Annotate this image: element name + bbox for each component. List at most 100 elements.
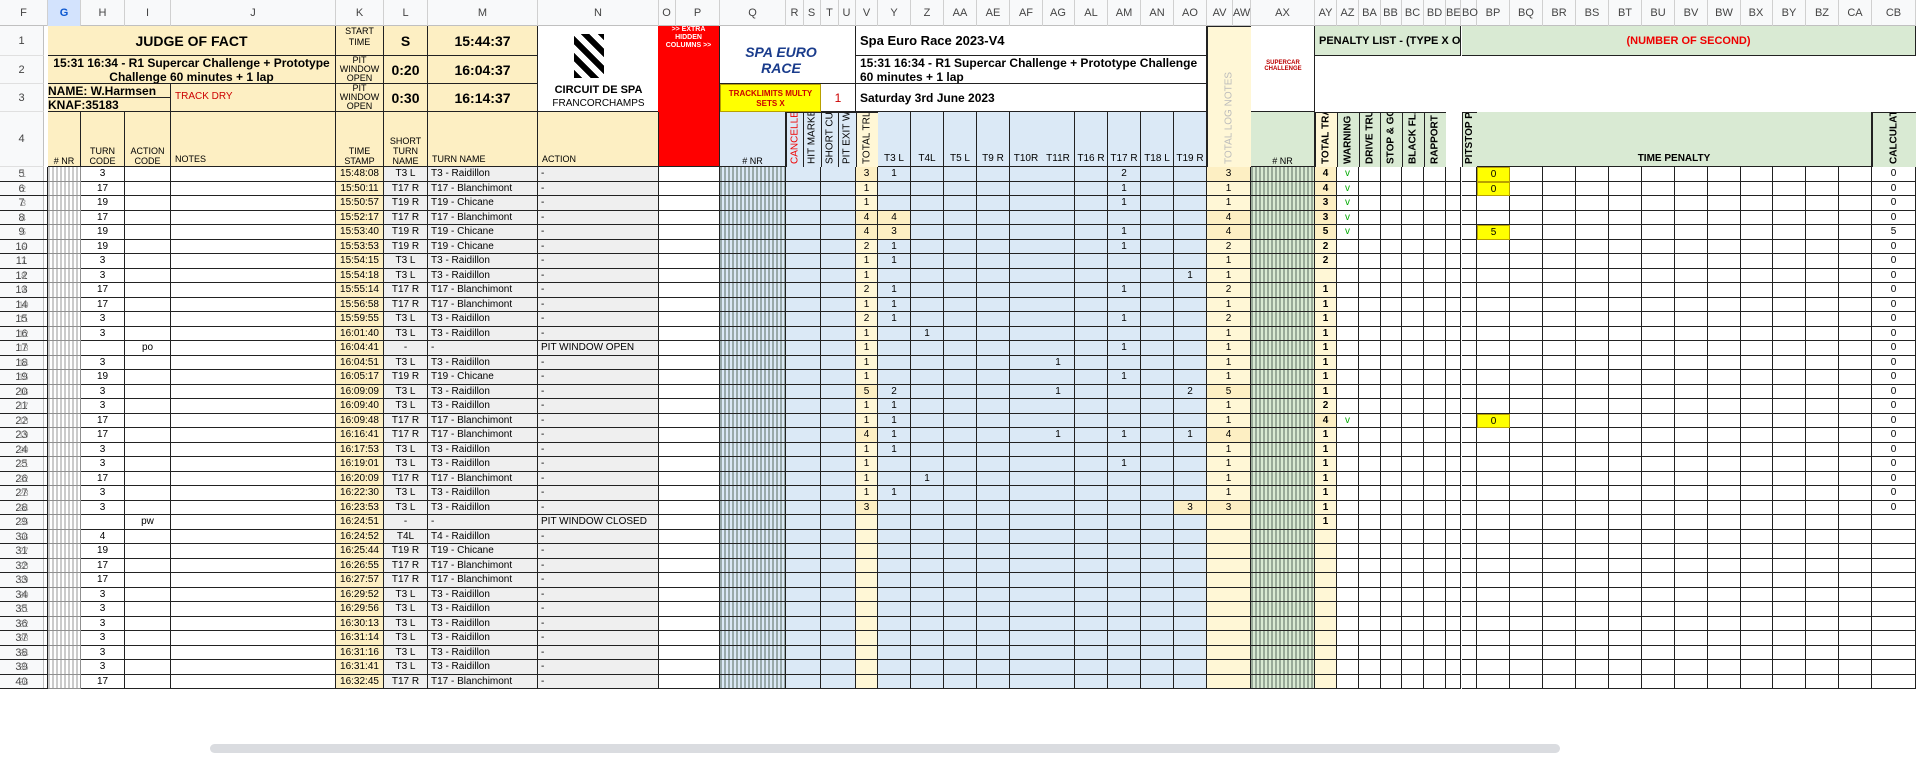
penalty-type-cell[interactable]	[1424, 544, 1446, 559]
column-header-l[interactable]: L	[384, 0, 428, 26]
time-penalty-cell[interactable]	[1675, 457, 1708, 472]
penalty-type-cell[interactable]	[1359, 254, 1381, 269]
time-penalty-cell[interactable]: 0	[1477, 181, 1510, 196]
notes-cell[interactable]	[171, 558, 336, 573]
turn-count-cell[interactable]	[1174, 573, 1207, 588]
time-penalty-cell[interactable]	[1675, 616, 1708, 631]
time-penalty-cell[interactable]	[1609, 413, 1642, 428]
time-penalty-cell[interactable]	[1675, 442, 1708, 457]
flag-cell[interactable]	[821, 196, 839, 211]
column-header-al[interactable]: AL	[1075, 0, 1108, 26]
time-penalty-cell[interactable]	[1708, 645, 1741, 660]
turn-count-cell[interactable]	[1075, 181, 1108, 196]
flag-cell[interactable]	[803, 384, 821, 399]
flag-cell[interactable]	[821, 326, 839, 341]
turn-count-cell[interactable]	[1075, 442, 1108, 457]
notes-cell[interactable]	[171, 631, 336, 646]
time-penalty-cell[interactable]	[1642, 283, 1675, 298]
warning-flag-cell[interactable]	[1337, 529, 1359, 544]
turn-count-cell[interactable]	[1075, 674, 1108, 689]
time-penalty-cell[interactable]	[1609, 457, 1642, 472]
turn-count-cell[interactable]	[1108, 442, 1141, 457]
flag-cell[interactable]	[821, 341, 839, 356]
pitstop-penalty-cell[interactable]	[1462, 312, 1477, 327]
turn-count-cell[interactable]	[1141, 602, 1174, 617]
penalty-type-cell[interactable]	[1359, 196, 1381, 211]
time-penalty-cell[interactable]	[1806, 413, 1839, 428]
turn-count-cell[interactable]	[1174, 254, 1207, 269]
time-penalty-cell[interactable]	[1773, 471, 1806, 486]
time-penalty-cell[interactable]	[1642, 181, 1675, 196]
turn-count-cell[interactable]: 1	[911, 471, 944, 486]
flag-cell[interactable]	[821, 602, 839, 617]
time-penalty-cell[interactable]	[1740, 529, 1773, 544]
flag-cell[interactable]	[786, 587, 804, 602]
penalty-type-cell[interactable]	[1424, 355, 1446, 370]
penalty-type-cell[interactable]	[1446, 645, 1461, 660]
column-header-ca[interactable]: CA	[1839, 0, 1872, 26]
time-penalty-cell[interactable]	[1839, 370, 1872, 385]
time-penalty-cell[interactable]	[1708, 587, 1741, 602]
time-penalty-cell[interactable]	[1477, 442, 1510, 457]
time-penalty-cell[interactable]	[1576, 602, 1609, 617]
time-penalty-cell[interactable]	[1609, 573, 1642, 588]
time-penalty-cell[interactable]	[1609, 384, 1642, 399]
column-header-t[interactable]: T	[821, 0, 839, 26]
time-penalty-cell[interactable]	[1740, 587, 1773, 602]
column-header-ag[interactable]: AG	[1042, 0, 1075, 26]
turn-count-cell[interactable]	[1141, 355, 1174, 370]
flag-cell[interactable]	[786, 181, 804, 196]
turn-code-cell[interactable]: 3	[81, 660, 125, 675]
turn-count-cell[interactable]	[878, 602, 911, 617]
time-penalty-cell[interactable]	[1740, 384, 1773, 399]
time-penalty-cell[interactable]	[1675, 297, 1708, 312]
turn-count-cell[interactable]	[944, 355, 977, 370]
time-penalty-cell[interactable]	[1708, 631, 1741, 646]
penalty-type-cell[interactable]	[1424, 413, 1446, 428]
penalty-type-cell[interactable]	[1446, 631, 1461, 646]
warning-flag-cell[interactable]	[1337, 254, 1359, 269]
turn-count-cell[interactable]	[1141, 616, 1174, 631]
penalty-type-cell[interactable]	[1380, 239, 1402, 254]
notes-cell[interactable]	[171, 167, 336, 182]
action-code-cell[interactable]: pw	[125, 515, 171, 530]
time-penalty-cell[interactable]	[1675, 515, 1708, 530]
time-penalty-cell[interactable]	[1806, 341, 1839, 356]
pitstop-penalty-cell[interactable]	[1462, 587, 1477, 602]
time-penalty-cell[interactable]	[1740, 268, 1773, 283]
penalty-type-cell[interactable]	[1424, 428, 1446, 443]
turn-count-cell[interactable]	[1010, 254, 1043, 269]
time-penalty-cell[interactable]	[1675, 602, 1708, 617]
time-penalty-cell[interactable]	[1576, 326, 1609, 341]
warning-flag-cell[interactable]	[1337, 587, 1359, 602]
penalty-type-cell[interactable]	[1359, 370, 1381, 385]
pitstop-penalty-cell[interactable]	[1462, 326, 1477, 341]
time-penalty-cell[interactable]	[1609, 500, 1642, 515]
flag-cell[interactable]	[786, 573, 804, 588]
time-penalty-cell[interactable]	[1806, 239, 1839, 254]
time-penalty-cell[interactable]	[1510, 326, 1543, 341]
action-code-cell[interactable]	[125, 442, 171, 457]
flag-cell[interactable]	[803, 355, 821, 370]
time-penalty-cell[interactable]	[1708, 486, 1741, 501]
time-penalty-cell[interactable]	[1510, 602, 1543, 617]
notes-cell[interactable]	[171, 355, 336, 370]
time-penalty-cell[interactable]	[1708, 413, 1741, 428]
penalty-type-cell[interactable]	[1359, 167, 1381, 182]
penalty-type-cell[interactable]	[1446, 573, 1461, 588]
time-penalty-cell[interactable]	[1675, 268, 1708, 283]
turn-count-cell[interactable]	[1010, 471, 1043, 486]
time-penalty-cell[interactable]	[1675, 674, 1708, 689]
turn-count-cell[interactable]	[1010, 413, 1043, 428]
time-penalty-cell[interactable]	[1740, 210, 1773, 225]
time-penalty-cell[interactable]	[1675, 529, 1708, 544]
turn-count-cell[interactable]	[977, 428, 1010, 443]
flag-cell[interactable]	[803, 674, 821, 689]
time-penalty-cell[interactable]	[1806, 645, 1839, 660]
time-penalty-cell[interactable]	[1543, 167, 1576, 182]
flag-cell[interactable]	[838, 616, 856, 631]
flag-cell[interactable]	[838, 558, 856, 573]
penalty-type-cell[interactable]	[1380, 181, 1402, 196]
turn-count-cell[interactable]	[1141, 167, 1174, 182]
penalty-type-cell[interactable]	[1402, 500, 1424, 515]
